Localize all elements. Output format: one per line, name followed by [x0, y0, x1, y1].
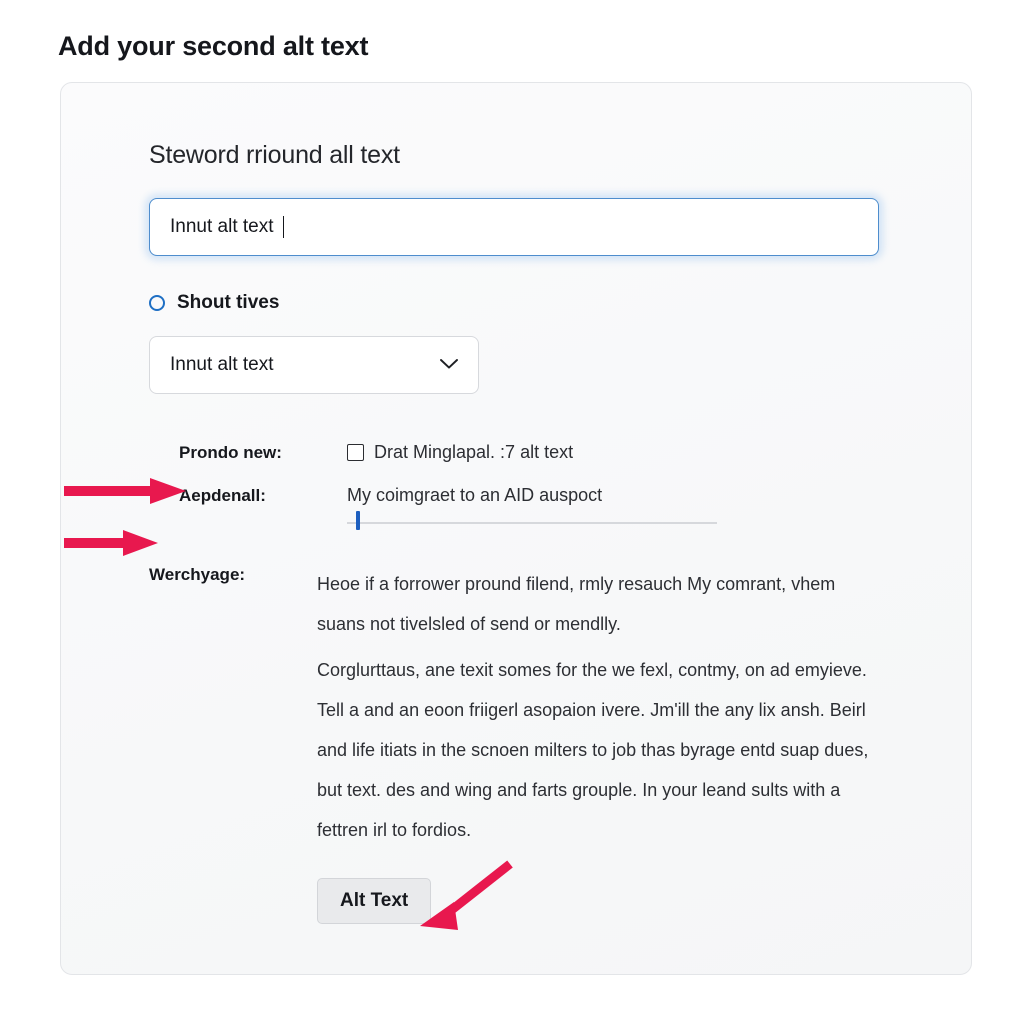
field-label-aepdenall: Aepdenall:	[179, 486, 266, 505]
section-heading: Steword rriound all text	[149, 141, 400, 169]
alt-text-card: Steword rriound all text Innut alt text …	[60, 82, 972, 975]
chevron-down-icon	[440, 356, 458, 374]
form-area: Steword rriound all text Innut alt text …	[145, 141, 939, 946]
field-label-prondo-new: Prondo new:	[179, 443, 282, 462]
alt-text-input[interactable]: Innut alt text	[149, 198, 879, 256]
field-body-aepdenall: My coimgraet to an AID auspoct	[347, 485, 939, 530]
alt-text-submit-button[interactable]: Alt Text	[317, 878, 432, 924]
radio-circle-icon[interactable]	[149, 295, 165, 311]
slider-track[interactable]	[347, 511, 717, 530]
alt-text-select[interactable]: Innut alt text	[149, 336, 479, 394]
radio-option-shout-tives[interactable]: Shout tives	[149, 292, 939, 314]
slider-thumb[interactable]	[356, 511, 360, 530]
text-caret	[282, 216, 285, 238]
alt-text-input-value: Innut alt text	[170, 216, 274, 237]
field-body-werchyage: Heoe if a forrower pround filend, rmly r…	[317, 564, 939, 924]
slider-value-text: My coimgraet to an AID auspoct	[347, 485, 603, 505]
field-row-werchyage: Werchyage: Heoe if a forrower pround fil…	[149, 564, 939, 924]
field-body-prondo-new: Drat Minglapal. :7 alt text	[347, 442, 939, 463]
page-title: Add your second alt text	[58, 31, 369, 61]
field-row-prondo-new: Prondo new: Drat Minglapal. :7 alt text	[149, 442, 939, 463]
checkbox-icon[interactable]	[347, 444, 364, 461]
werchyage-paragraph-1: Heoe if a forrower pround filend, rmly r…	[317, 574, 836, 634]
field-label-werchyage: Werchyage:	[149, 565, 246, 584]
alt-text-input-wrapper: Innut alt text	[145, 194, 883, 260]
checkbox-option-drat[interactable]: Drat Minglapal. :7 alt text	[347, 442, 939, 463]
werchyage-paragraph-2: Corglurttaus, ane texit somes for the we…	[317, 660, 869, 840]
select-value: Innut alt text	[170, 354, 274, 375]
field-row-aepdenall: Aepdenall: My coimgraet to an AID auspoc…	[149, 485, 939, 530]
radio-label: Shout tives	[177, 292, 280, 313]
checkbox-label: Drat Minglapal. :7 alt text	[374, 442, 574, 462]
